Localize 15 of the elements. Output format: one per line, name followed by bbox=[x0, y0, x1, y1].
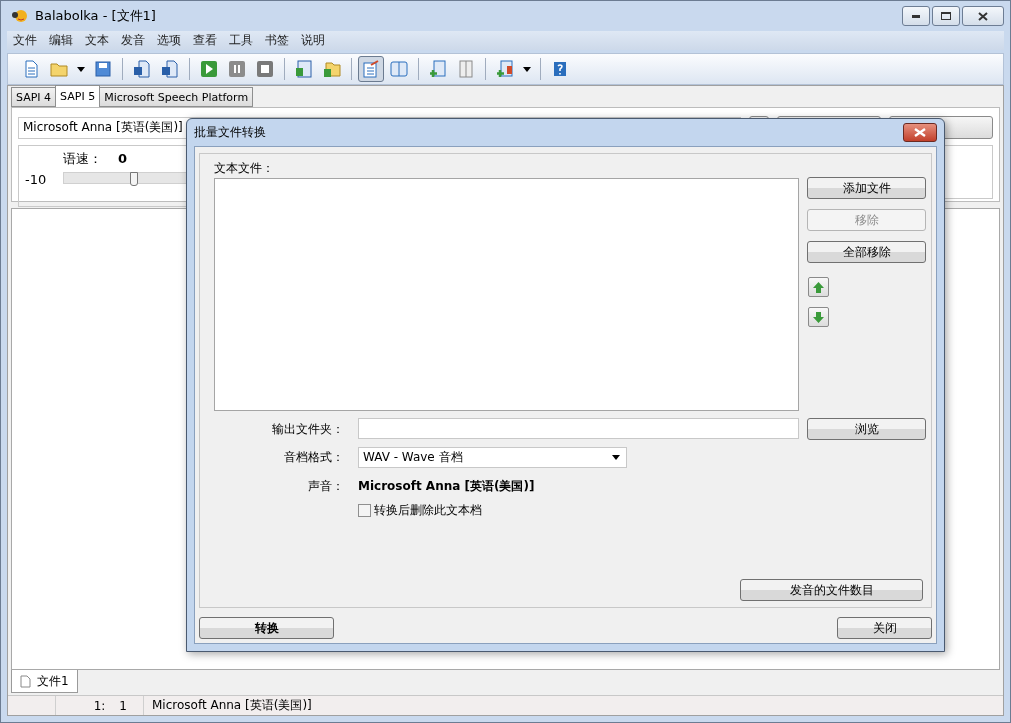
format-label: 音档格式： bbox=[283, 449, 344, 466]
dialog-title: 批量文件转换 bbox=[194, 124, 266, 141]
output-folder-label: 输出文件夹： bbox=[271, 420, 344, 438]
window-title: Balabolka - [文件1] bbox=[35, 7, 156, 25]
voice-value: Microsoft Anna [英语(美国)] bbox=[358, 478, 536, 495]
rate-label: 语速： bbox=[63, 151, 102, 166]
voice-label: 声音： bbox=[307, 478, 344, 495]
status-voice: Microsoft Anna [英语(美国)] bbox=[151, 697, 312, 714]
files-label: 文本文件： bbox=[214, 160, 275, 177]
column-number: 1 bbox=[119, 698, 127, 713]
document-tab-label: 文件1 bbox=[37, 672, 69, 690]
checkbox-label: 转换后删除此文本档 bbox=[374, 502, 482, 519]
rate-value: 0 bbox=[118, 151, 128, 166]
line-number: 1: bbox=[93, 698, 106, 713]
rate-min-label: -10 bbox=[25, 172, 48, 189]
